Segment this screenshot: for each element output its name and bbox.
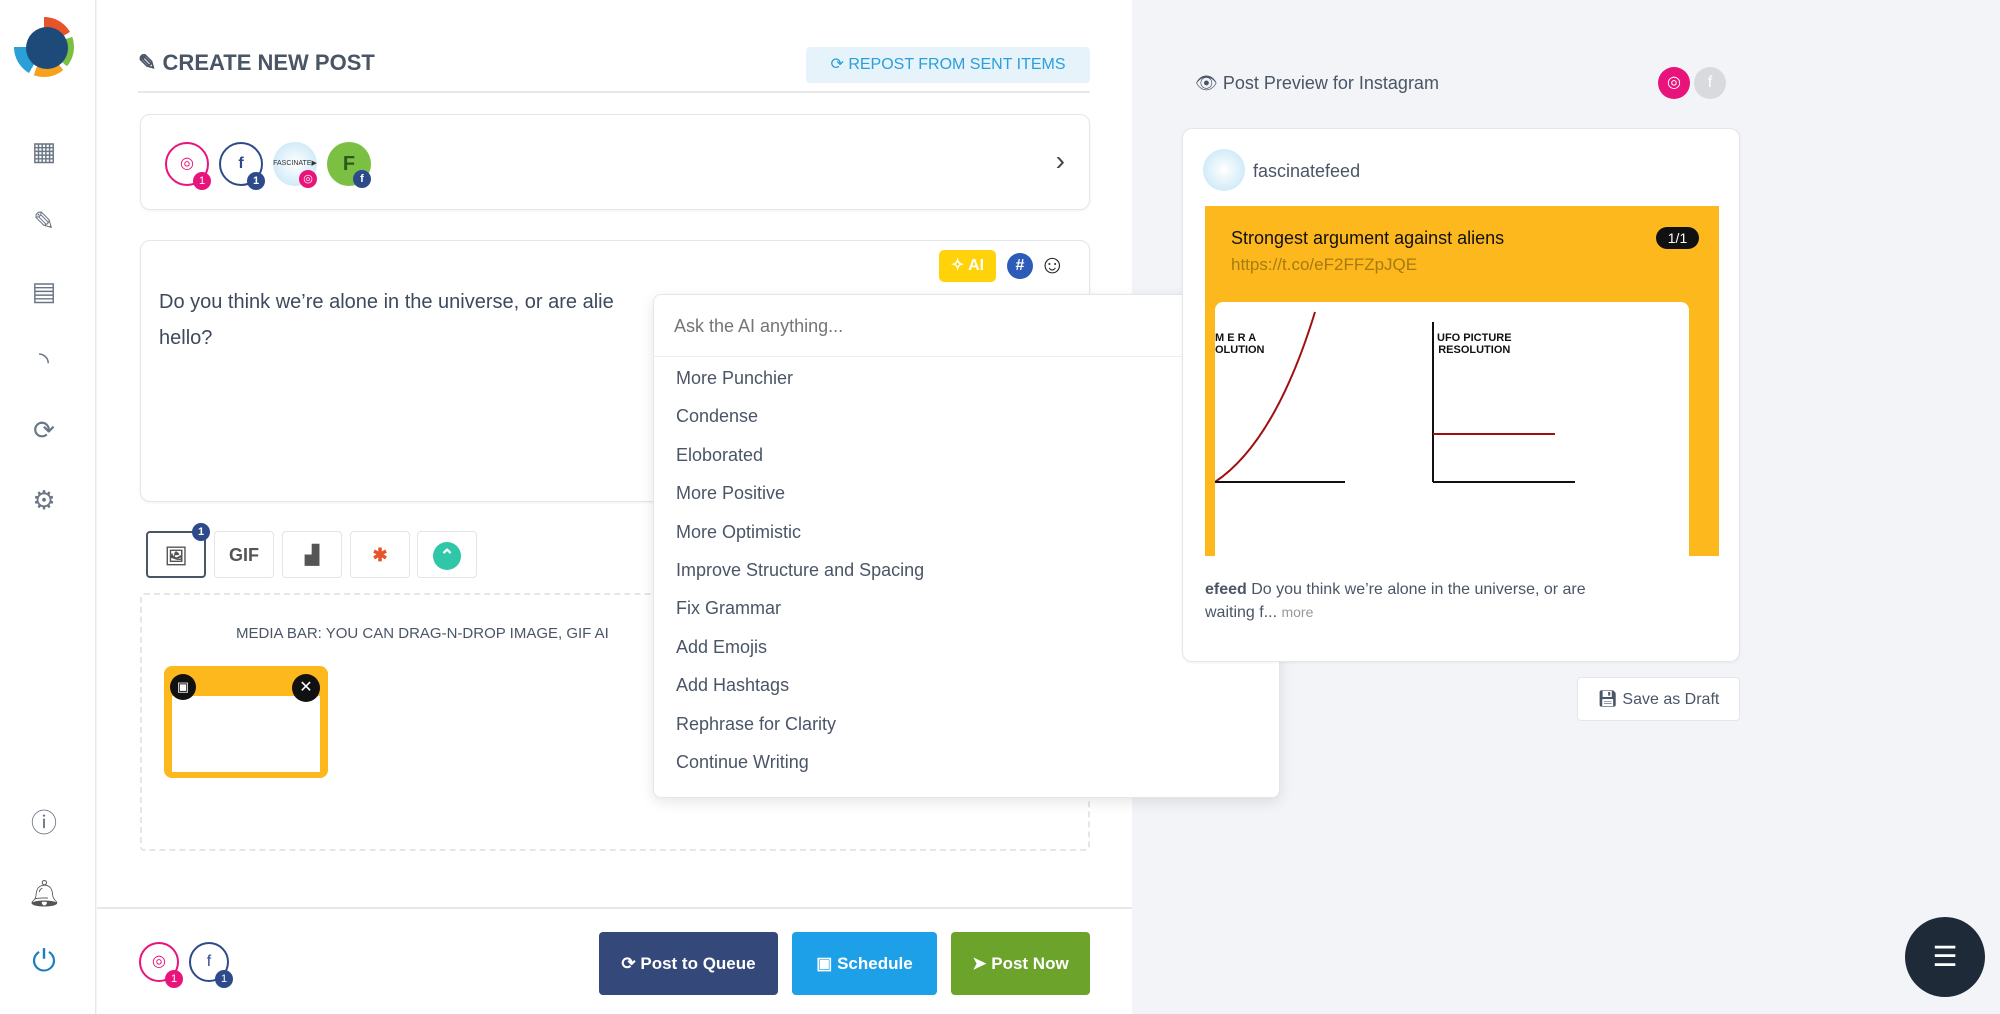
logo[interactable] bbox=[14, 17, 74, 77]
compose-icon: ✎ bbox=[138, 50, 163, 75]
media-bar-text: MEDIA BAR: YOU CAN DRAG-N-DROP IMAGE, GI… bbox=[236, 625, 609, 642]
save-icon: 💾︎ bbox=[1597, 691, 1623, 708]
google-photos-icon[interactable]: ✱ bbox=[350, 531, 410, 578]
ai-menu-item[interactable]: Rephrase for Clarity bbox=[676, 714, 836, 735]
preview-title: 👁︎ Post Preview for Instagram bbox=[1195, 73, 1439, 94]
preview-title-text: Post Preview for Instagram bbox=[1222, 73, 1439, 93]
chart2-label: UFO PICTURE RESOLUTION bbox=[1437, 332, 1512, 356]
ai-menu-item[interactable]: More Punchier bbox=[676, 368, 793, 389]
repost-icon: ⟳ bbox=[830, 56, 849, 73]
count-badge: 1 bbox=[215, 970, 233, 988]
fascinatefeed-account[interactable]: FASCINATE▶ ◎ bbox=[273, 142, 317, 188]
caption-text: Do you think we’re alone in the universe… bbox=[1251, 581, 1586, 598]
image-count-badge: 1 bbox=[192, 523, 210, 541]
unsplash-icon[interactable]: ▟ bbox=[282, 531, 342, 578]
save-draft-button[interactable]: 💾︎ Save as Draft bbox=[1577, 677, 1740, 721]
instagram-icon: ◎ bbox=[299, 170, 317, 188]
image-link: https://t.co/eF2FFZpJQE bbox=[1231, 255, 1418, 274]
footer-instagram[interactable]: ◎ 1 bbox=[139, 942, 183, 988]
caption-user: efeed bbox=[1205, 581, 1247, 598]
ai-menu-item[interactable]: More Positive bbox=[676, 483, 785, 504]
footer-facebook[interactable]: f1 bbox=[189, 942, 233, 988]
edit-image-icon[interactable]: ▣ bbox=[170, 674, 196, 700]
menu-button[interactable]: ☰ bbox=[1905, 917, 1985, 997]
ai-prompt-input[interactable] bbox=[674, 311, 1174, 341]
title-text: CREATE NEW POST bbox=[162, 50, 375, 75]
count-badge: 1 bbox=[247, 172, 265, 190]
divider bbox=[138, 91, 1090, 93]
account-letter: F bbox=[342, 153, 356, 175]
ai-menu-item[interactable]: Continue Writing bbox=[676, 752, 809, 773]
compose-icon[interactable]: ✎ bbox=[28, 205, 60, 237]
hashtag-button[interactable]: # bbox=[1007, 253, 1033, 279]
repost-label: REPOST FROM SENT ITEMS bbox=[848, 56, 1066, 73]
post-to-queue-button[interactable]: ⟳ Post to Queue bbox=[599, 932, 778, 995]
sidebar: ▦ ✎ ▤ ◝ ⟳ ⚙ ⓘ 🔔︎ ⏻ bbox=[0, 0, 96, 1014]
remove-image-icon[interactable]: ✕ bbox=[292, 674, 320, 702]
count-badge: 1 bbox=[165, 970, 183, 988]
ai-menu-item[interactable]: Condense bbox=[676, 406, 758, 427]
ai-menu-item[interactable]: More Optimistic bbox=[676, 522, 801, 543]
chart1-label: M E R A OLUTION bbox=[1215, 332, 1265, 356]
schedule-label: Schedule bbox=[837, 954, 913, 973]
f-account[interactable]: Ff bbox=[327, 142, 371, 188]
facebook-account[interactable]: f1 bbox=[219, 142, 265, 190]
image-chart-panel: M E R A OLUTION UFO PICTURE RESOLUTION bbox=[1214, 302, 1689, 556]
image-upload-button[interactable]: 🖼︎ 1 bbox=[146, 523, 210, 578]
rss-icon[interactable]: ◝ bbox=[28, 345, 60, 377]
media-thumbnail[interactable]: ▣ ✕ bbox=[164, 666, 328, 778]
schedule-button[interactable]: ▣ Schedule bbox=[792, 932, 937, 995]
post-now-button[interactable]: ➤ Post Now bbox=[951, 932, 1090, 995]
preview-image[interactable]: Strongest argument against aliens https:… bbox=[1205, 206, 1719, 556]
settings-icon[interactable]: ⚙ bbox=[28, 484, 60, 516]
power-icon[interactable]: ⏻ bbox=[28, 946, 60, 978]
image-counter: 1/1 bbox=[1656, 227, 1699, 249]
save-draft-label: Save as Draft bbox=[1622, 691, 1720, 708]
caption-line2: waiting f... bbox=[1205, 604, 1278, 621]
image-title: Strongest argument against aliens bbox=[1231, 228, 1505, 248]
preview-instagram-toggle[interactable]: ◎ bbox=[1658, 67, 1690, 99]
accounts-card[interactable]: ◎ 1 f1 FASCINATE▶ ◎ Ff › bbox=[140, 114, 1090, 210]
footer-divider bbox=[97, 907, 1132, 909]
preview-avatar bbox=[1203, 149, 1245, 191]
posts-icon[interactable]: ▤ bbox=[28, 275, 60, 307]
post-text-line2[interactable]: hello? bbox=[159, 327, 212, 350]
facebook-icon: f bbox=[353, 170, 371, 188]
preview-caption: efeed Do you think we’re alone in the un… bbox=[1205, 579, 1725, 624]
preview-card: fascinatefeed Strongest argument against… bbox=[1182, 128, 1740, 662]
more-link[interactable]: more bbox=[1281, 604, 1313, 620]
preview-facebook-toggle[interactable]: f bbox=[1694, 67, 1726, 99]
instagram-account[interactable]: ◎ 1 bbox=[165, 142, 211, 190]
chevron-right-icon[interactable]: › bbox=[1056, 145, 1065, 177]
ai-menu-item[interactable]: Eloborated bbox=[676, 445, 763, 466]
post-now-label: Post Now bbox=[991, 954, 1069, 973]
ai-menu-item[interactable]: Fix Grammar bbox=[676, 598, 781, 619]
ai-menu-item[interactable]: Add Emojis bbox=[676, 637, 767, 658]
count-badge: 1 bbox=[193, 172, 211, 190]
queue-label: Post to Queue bbox=[640, 954, 756, 973]
bell-icon[interactable]: 🔔︎ bbox=[28, 877, 61, 909]
info-icon[interactable]: ⓘ bbox=[28, 807, 60, 839]
gif-button[interactable]: GIF bbox=[214, 531, 274, 578]
page-title: ✎ CREATE NEW POST bbox=[138, 50, 375, 76]
ai-label: AI bbox=[968, 257, 985, 274]
emoji-button[interactable]: ☺ bbox=[1039, 249, 1066, 280]
canva-icon[interactable]: ⌃ bbox=[417, 531, 477, 578]
dashboard-icon[interactable]: ▦ bbox=[28, 135, 60, 167]
recycle-icon[interactable]: ⟳ bbox=[28, 414, 60, 446]
eye-icon: 👁︎ bbox=[1195, 73, 1223, 93]
ai-menu-item[interactable]: Improve Structure and Spacing bbox=[676, 560, 924, 581]
ai-menu-item[interactable]: Add Hashtags bbox=[676, 675, 789, 696]
ai-button[interactable]: ✧ AI bbox=[939, 250, 996, 282]
post-text-line1[interactable]: Do you think we’re alone in the universe… bbox=[159, 291, 614, 314]
repost-button[interactable]: ⟳ REPOST FROM SENT ITEMS bbox=[806, 47, 1090, 83]
preview-username: fascinatefeed bbox=[1253, 161, 1361, 181]
